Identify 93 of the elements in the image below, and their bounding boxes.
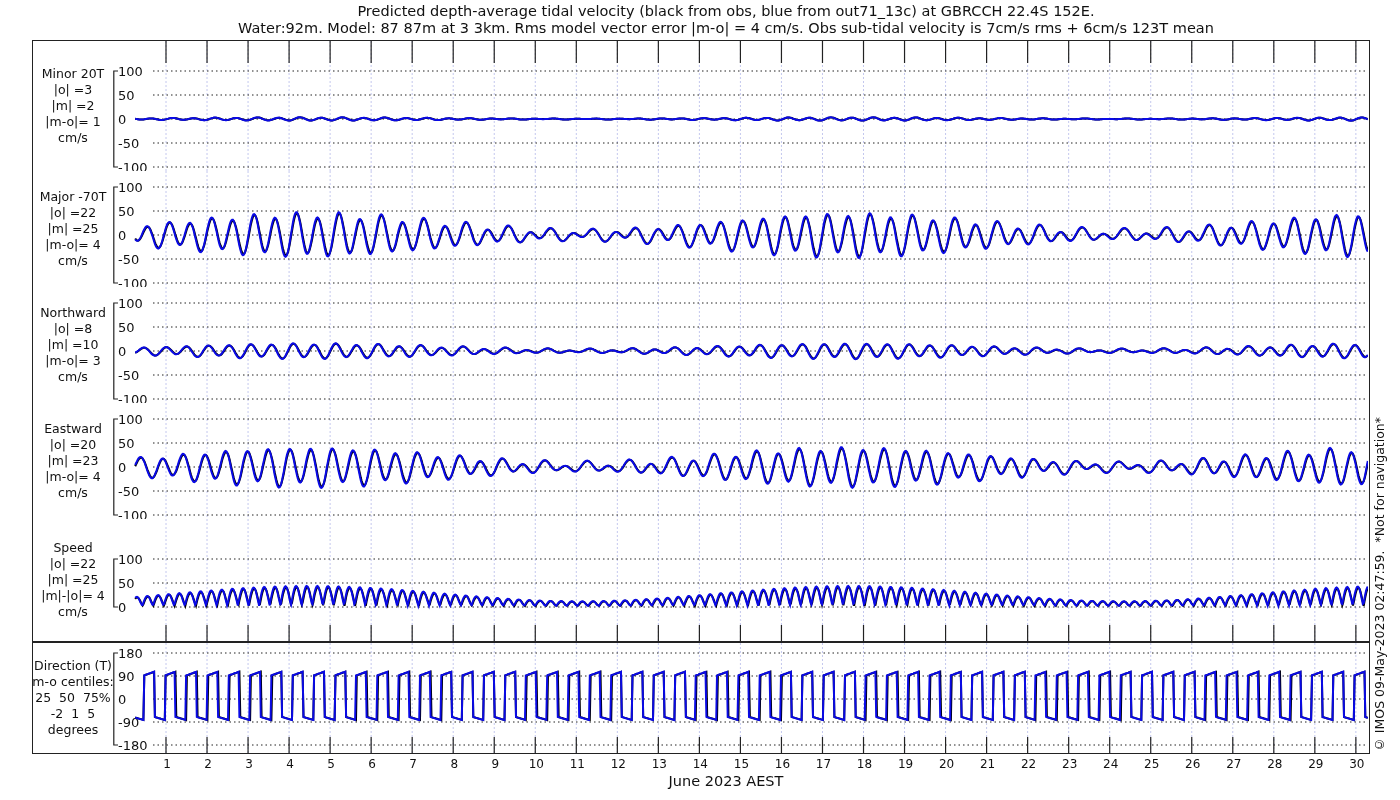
- y-tick-label: 50: [118, 87, 135, 103]
- y-tick-label: 0: [118, 459, 127, 475]
- panel-label-line: |m| =25: [47, 221, 99, 237]
- x-tick-label: 12: [610, 757, 626, 771]
- x-tick-label: 6: [367, 757, 376, 771]
- x-tick-label: 7: [408, 757, 417, 771]
- x-tick-label: 29: [1307, 757, 1323, 771]
- x-tick-label: 2: [203, 757, 212, 771]
- x-tick-label: 23: [1061, 757, 1077, 771]
- panel-label-line: Eastward: [44, 421, 102, 437]
- panel-label-line: |o| =3: [53, 82, 93, 98]
- panel-label-line: Northward: [40, 305, 106, 321]
- y-tick-label: 50: [118, 319, 135, 335]
- y-axis-line: [113, 558, 119, 608]
- y-tick-label: 0: [118, 111, 127, 127]
- x-tick-label: 1: [162, 757, 171, 771]
- y-tick-label: 100: [118, 411, 143, 427]
- copyright-note: © IMOS 09-May-2023 02:47:59. *Not for navigation*: [1372, 416, 1387, 752]
- panel-label-line: |o| =22: [49, 556, 97, 572]
- y-tick-label: -100: [118, 159, 148, 171]
- x-tick-label: 27: [1225, 757, 1241, 771]
- panel-label-line: cm/s: [58, 130, 88, 146]
- x-tick-label: 14: [692, 757, 708, 771]
- y-tick-label: -50: [118, 135, 140, 151]
- x-axis-label: June 2023 AEST: [668, 772, 784, 790]
- y-tick-label: 100: [118, 295, 143, 311]
- panel-label-line: |m-o|= 4: [45, 237, 101, 253]
- y-tick-label: 0: [118, 227, 127, 243]
- panel-label-line: |m|-|o|= 4: [41, 588, 105, 604]
- y-tick-label: 100: [118, 63, 143, 79]
- x-tick-label: 11: [569, 757, 585, 771]
- y-tick-label: 100: [118, 551, 143, 567]
- y-tick-label: -100: [118, 507, 148, 519]
- y-tick-label: 50: [118, 435, 135, 451]
- x-tick-label: 8: [449, 757, 458, 771]
- x-tick-label: 21: [979, 757, 995, 771]
- panel-label-line: |m| =25: [47, 572, 99, 588]
- panel-label-line: |m-o|= 1: [45, 114, 101, 130]
- x-tick-label: 10: [528, 757, 544, 771]
- panel-label-line: |m| =23: [47, 453, 99, 469]
- panel-label-line: cm/s: [58, 253, 88, 269]
- y-tick-label: 0: [118, 691, 127, 707]
- y-tick-label: -100: [118, 391, 148, 403]
- y-tick-label: -90: [118, 714, 140, 730]
- panel-label-line: Minor 20T: [41, 66, 105, 82]
- panel-label-line: Speed: [53, 540, 93, 556]
- x-tick-label: 20: [938, 757, 954, 771]
- panel-label-line: cm/s: [58, 369, 88, 385]
- x-tick-label: 19: [897, 757, 913, 771]
- panel-label-line: |m| =10: [47, 337, 99, 353]
- y-tick-label: 0: [118, 343, 127, 359]
- y-tick-label: 100: [118, 179, 143, 195]
- x-tick-label: 13: [651, 757, 667, 771]
- y-tick-label: 50: [118, 575, 135, 591]
- x-tick-label: 5: [326, 757, 335, 771]
- x-tick-label: 28: [1266, 757, 1282, 771]
- x-tick-label: 30: [1348, 757, 1364, 771]
- panel-label-line: m-o centiles:: [32, 674, 114, 690]
- y-tick-label: -180: [118, 737, 148, 753]
- y-tick-label: -50: [118, 367, 140, 383]
- panel-label-line: |m-o|= 3: [45, 353, 101, 369]
- y-tick-label: 0: [118, 599, 127, 615]
- x-tick-label: 24: [1102, 757, 1118, 771]
- panel-label-line: 25 50 75%: [35, 690, 111, 706]
- panel-label-line: |o| =20: [49, 437, 97, 453]
- x-tick-label: 22: [1020, 757, 1036, 771]
- y-tick-label: 180: [118, 645, 143, 661]
- panel-label-line: cm/s: [58, 485, 88, 501]
- y-tick-label: -100: [118, 275, 148, 287]
- panel-label-line: Major -70T: [39, 189, 107, 205]
- panel-label-line: cm/s: [58, 604, 88, 620]
- x-tick-label: 3: [244, 757, 253, 771]
- chart-title: Predicted depth-average tidal velocity (black from obs, blue from out71_13c) at GBRCCH 22.4S 152E.: [357, 3, 1095, 20]
- y-tick-label: 50: [118, 203, 135, 219]
- x-tick-label: 9: [490, 757, 499, 771]
- chart-title: Water:92m. Model: 87 87m at 3 3km. Rms model vector error |m-o| = 4 cm/s. Obs sub-tidal velocity is 7cm/s rms + 6cm/s 123T mean: [238, 20, 1214, 37]
- panel-label-line: degrees: [47, 722, 99, 738]
- x-tick-label: 18: [856, 757, 872, 771]
- y-tick-label: -50: [118, 251, 140, 267]
- x-tick-label: 25: [1143, 757, 1159, 771]
- panel-label-line: -2 1 5: [50, 706, 96, 722]
- panel-label-line: |m-o|= 4: [45, 469, 101, 485]
- x-tick-label: 16: [774, 757, 790, 771]
- panel-label-line: Direction (T): [34, 658, 112, 674]
- y-tick-label: 90: [118, 668, 135, 684]
- x-tick-label: 26: [1184, 757, 1200, 771]
- panel-label-line: |o| =22: [49, 205, 97, 221]
- panel-label-line: |o| =8: [53, 321, 93, 337]
- panel-label-line: |m| =2: [51, 98, 95, 114]
- x-tick-label: 15: [733, 757, 749, 771]
- x-tick-label: 4: [285, 757, 294, 771]
- y-tick-label: -50: [118, 483, 140, 499]
- x-tick-label: 17: [815, 757, 831, 771]
